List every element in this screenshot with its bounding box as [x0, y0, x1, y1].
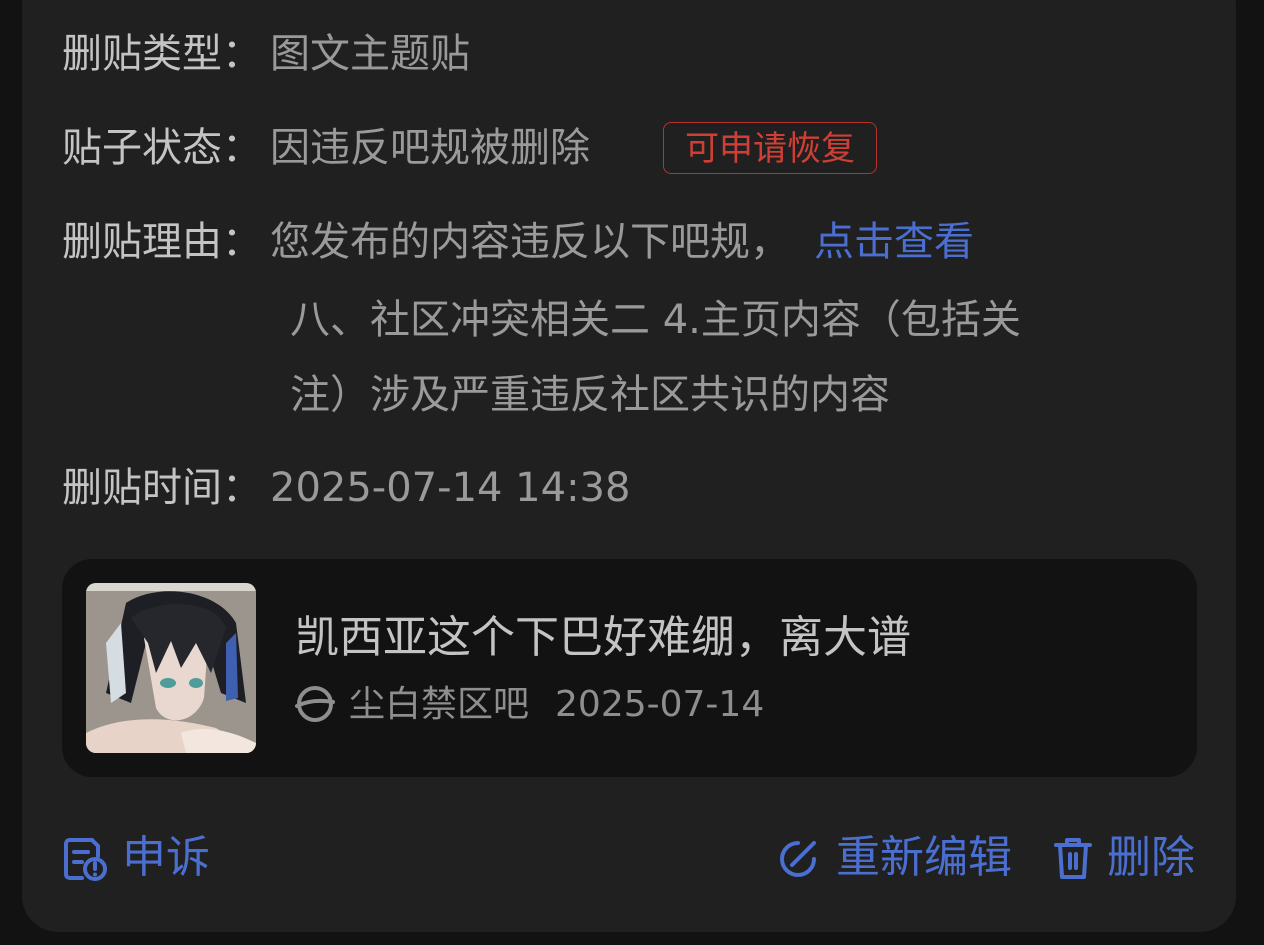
delete-time-label: 删贴时间：	[62, 465, 262, 511]
view-rules-link[interactable]: 点击查看	[814, 219, 974, 265]
appeal-button[interactable]: 申诉	[62, 832, 210, 884]
delete-label: 删除	[1107, 832, 1195, 883]
delete-reason-line2: 八、社区冲突相关二 4.主页内容（包括关	[290, 297, 1021, 343]
post-status-value: 因违反吧规被删除	[270, 125, 590, 171]
forum-info: 尘白禁区吧 2025-07-14	[295, 683, 764, 727]
delete-reason-line3: 注）涉及严重违反社区共识的内容	[290, 372, 890, 418]
appeal-icon	[64, 838, 107, 881]
delete-button[interactable]: 删除	[1053, 832, 1195, 884]
reedit-button[interactable]: 重新编辑	[776, 832, 1012, 884]
delete-time-value: 2025-07-14 14:38	[270, 465, 631, 511]
delete-type-row: 删贴类型： 图文主题贴	[62, 30, 470, 78]
edit-icon	[780, 841, 816, 877]
delete-time-row: 删贴时间： 2025-07-14 14:38	[62, 464, 630, 512]
post-date: 2025-07-14	[555, 684, 765, 725]
delete-type-value: 图文主题贴	[270, 31, 470, 77]
delete-reason-row: 删贴理由： 您发布的内容违反以下吧规， 点击查看	[62, 218, 974, 266]
forum-name[interactable]: 尘白禁区吧	[349, 684, 529, 725]
appeal-label: 申诉	[122, 832, 210, 883]
restore-badge[interactable]: 可申请恢复	[663, 122, 877, 174]
planet-icon	[295, 686, 335, 722]
reedit-label: 重新编辑	[836, 832, 1012, 883]
post-preview[interactable]: 凯西亚这个下巴好难绷，离大谱 尘白禁区吧 2025-07-14	[62, 559, 1197, 777]
post-thumbnail	[86, 583, 256, 753]
post-status-row: 贴子状态： 因违反吧规被删除	[62, 124, 590, 172]
delete-type-label: 删贴类型：	[62, 31, 262, 77]
post-title: 凯西亚这个下巴好难绷，离大谱	[295, 612, 911, 663]
character-illustration	[86, 583, 256, 753]
post-status-label: 贴子状态：	[62, 125, 262, 171]
delete-reason-text: 您发布的内容违反以下吧规，	[270, 219, 790, 265]
trash-icon	[1054, 838, 1092, 879]
delete-reason-label: 删贴理由：	[62, 219, 262, 265]
